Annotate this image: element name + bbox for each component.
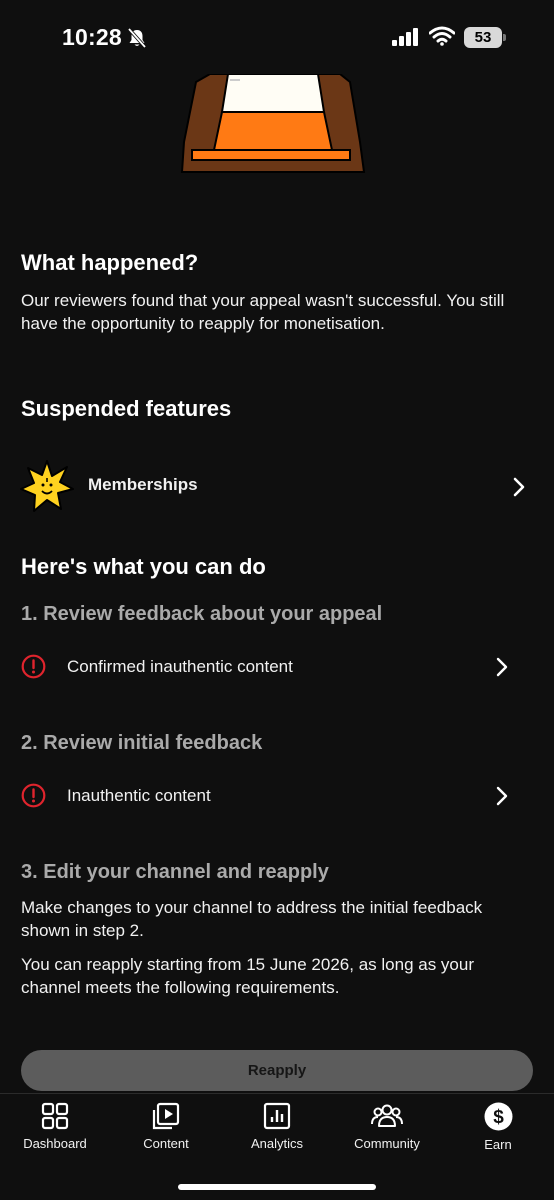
confirmed-inauthentic-label: Confirmed inauthentic content (67, 657, 293, 676)
community-icon (371, 1104, 403, 1127)
chevron-right-icon (513, 477, 525, 497)
what-happened-body: Our reviewers found that your appeal was… (21, 291, 505, 333)
step3-paragraph2: You can reapply starting from 15 June 20… (21, 955, 474, 997)
traffic-cone-illustration (180, 74, 366, 173)
wifi-icon (429, 26, 455, 46)
nav-dashboard[interactable]: Dashboard (7, 1102, 103, 1162)
memberships-star-icon (20, 460, 74, 512)
step2-title: 2. Review initial feedback (21, 732, 263, 754)
bottom-navigation: Dashboard Content Analytics Community $ … (0, 1093, 554, 1200)
battery-level: 53 (464, 27, 502, 48)
nav-label: Content (143, 1136, 189, 1151)
analytics-icon (263, 1102, 291, 1130)
status-time: 10:28 (62, 24, 122, 50)
reapply-button[interactable]: Reapply (21, 1050, 533, 1091)
svg-text:$: $ (493, 1107, 504, 1128)
nav-analytics[interactable]: Analytics (229, 1102, 325, 1162)
suspended-features-heading: Suspended features (21, 396, 232, 421)
nav-label: Community (354, 1136, 420, 1151)
nav-community[interactable]: Community (339, 1102, 435, 1162)
what-happened-heading: What happened? (21, 250, 199, 275)
chevron-right-icon (496, 786, 508, 806)
chevron-right-icon (496, 657, 508, 677)
step1-title: 1. Review feedback about your appeal (21, 603, 383, 625)
content-icon (152, 1102, 180, 1130)
nav-label: Analytics (250, 1136, 304, 1151)
memberships-row[interactable]: Memberships (0, 456, 554, 516)
inauthentic-content-row[interactable]: Inauthentic content (0, 766, 554, 826)
confirmed-inauthentic-row[interactable]: Confirmed inauthentic content (0, 637, 554, 697)
signal-icon (392, 28, 418, 46)
home-indicator (178, 1184, 376, 1190)
alert-circle-icon (21, 783, 46, 808)
nav-content[interactable]: Content (118, 1102, 214, 1162)
inauthentic-content-label: Inauthentic content (67, 786, 211, 805)
dashboard-icon (41, 1102, 69, 1130)
earn-icon: $ (484, 1102, 512, 1131)
what-you-can-do-heading: Here's what you can do (21, 554, 266, 579)
bell-slash-icon (127, 27, 147, 49)
alert-circle-icon (21, 654, 46, 679)
step3-title: 3. Edit your channel and reapply (21, 861, 329, 883)
step3-paragraph1: Make changes to your channel to address … (21, 898, 483, 940)
nav-label: Dashboard (23, 1136, 87, 1151)
status-bar: 10:28 53 (0, 0, 554, 76)
memberships-label: Memberships (88, 475, 198, 494)
battery-indicator: 53 (464, 27, 506, 48)
nav-earn[interactable]: $ Earn (450, 1102, 546, 1162)
nav-label: Earn (484, 1137, 512, 1152)
